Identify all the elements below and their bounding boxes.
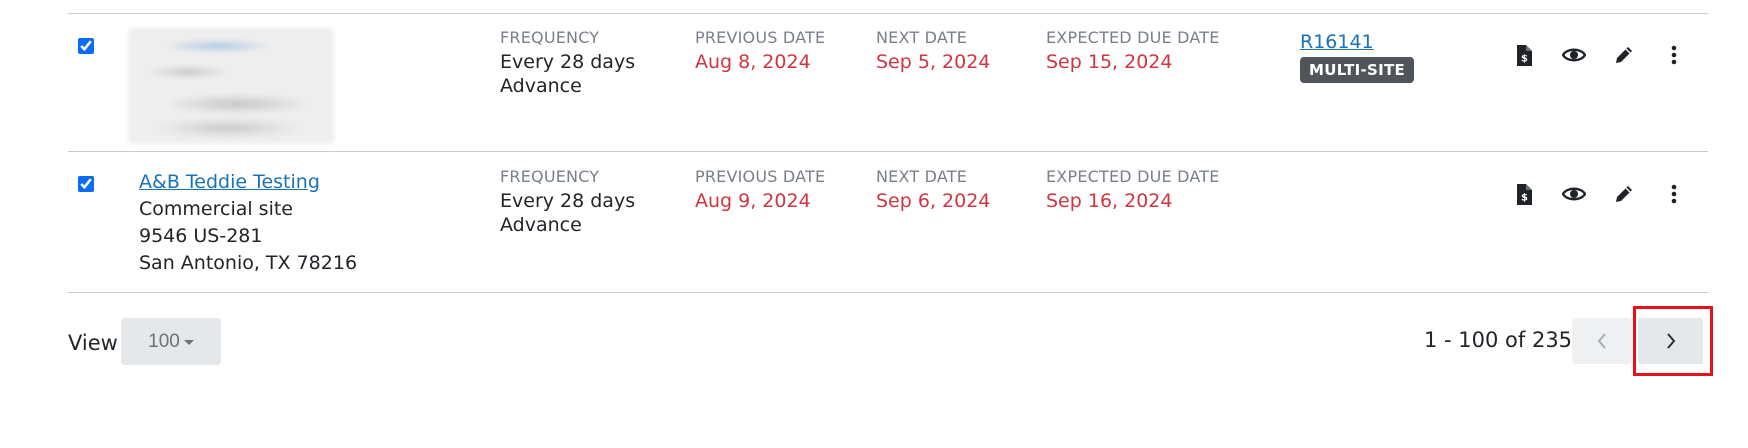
frequency-mode: Advance [500,214,582,236]
row-checkbox[interactable] [78,38,94,54]
invoice-icon[interactable]: $ [1511,42,1537,68]
expected-due-date-cell: EXPECTED DUE DATE Sep 15, 2024 [1046,28,1220,76]
previous-date-label: PREVIOUS DATE [695,167,826,186]
pagination-bar: View 100 1 - 100 of 235 [0,306,1748,376]
site-address-line1: 9546 US-281 [139,225,263,247]
next-date-cell: NEXT DATE Sep 5, 2024 [876,28,990,76]
expected-due-date-value: Sep 16, 2024 [1046,190,1173,212]
previous-date-label: PREVIOUS DATE [695,28,826,47]
multi-site-badge: MULTI-SITE [1300,57,1415,83]
row-actions: $ [1511,42,1687,68]
reference-link[interactable]: R16141 [1300,31,1374,53]
site-name-link[interactable]: A&B Teddie Testing [139,171,320,193]
next-date-label: NEXT DATE [876,167,968,186]
expected-due-date-label: EXPECTED DUE DATE [1046,167,1220,186]
pagination-range: 1 - 100 of 235 [1424,328,1573,352]
view-label: View [68,331,118,355]
site-type: Commercial site [139,198,293,220]
row-checkbox[interactable] [78,176,94,192]
caret-down-icon [183,340,194,345]
frequency-value: Every 28 days [500,190,636,212]
page-size-value: 100 [148,330,180,352]
svg-text:$: $ [1521,53,1528,64]
expected-due-date-label: EXPECTED DUE DATE [1046,28,1220,47]
chevron-right-icon [1666,333,1675,349]
invoice-icon[interactable]: $ [1511,181,1537,207]
next-date-label: NEXT DATE [876,28,968,47]
more-vertical-icon[interactable] [1661,181,1687,207]
expected-due-date-cell: EXPECTED DUE DATE Sep 16, 2024 [1046,167,1220,215]
frequency-label: FREQUENCY [500,167,600,186]
row-actions: $ [1511,181,1687,207]
frequency-cell: FREQUENCY Every 28 days Advance [500,28,635,100]
previous-date-cell: PREVIOUS DATE Aug 8, 2024 [695,28,825,76]
svg-text:$: $ [1521,192,1528,203]
chevron-left-icon [1597,333,1606,349]
frequency-mode: Advance [500,75,582,97]
next-date-value: Sep 5, 2024 [876,51,991,73]
expected-due-date-value: Sep 15, 2024 [1046,51,1173,73]
table-row: FREQUENCY Every 28 days Advance PREVIOUS… [68,14,1708,152]
site-address-line2: San Antonio, TX 78216 [139,252,358,274]
reference-cell: R16141 MULTI-SITE [1300,29,1415,83]
frequency-cell: FREQUENCY Every 28 days Advance [500,167,635,239]
previous-date-value: Aug 8, 2024 [695,51,811,73]
page-size-dropdown[interactable]: 100 [121,318,221,365]
more-vertical-icon[interactable] [1661,42,1687,68]
eye-icon[interactable] [1561,181,1587,207]
previous-date-value: Aug 9, 2024 [695,190,811,212]
table-row: A&B Teddie Testing Commercial site 9546 … [68,153,1708,293]
pencil-icon[interactable] [1611,181,1637,207]
previous-page-button[interactable] [1572,318,1632,364]
redacted-site-info [128,28,334,144]
frequency-value: Every 28 days [500,51,636,73]
site-cell: A&B Teddie Testing Commercial site 9546 … [139,169,357,277]
frequency-label: FREQUENCY [500,28,600,47]
next-page-button[interactable] [1638,318,1703,364]
previous-date-cell: PREVIOUS DATE Aug 9, 2024 [695,167,825,215]
next-date-value: Sep 6, 2024 [876,190,991,212]
pencil-icon[interactable] [1611,42,1637,68]
eye-icon[interactable] [1561,42,1587,68]
next-date-cell: NEXT DATE Sep 6, 2024 [876,167,990,215]
